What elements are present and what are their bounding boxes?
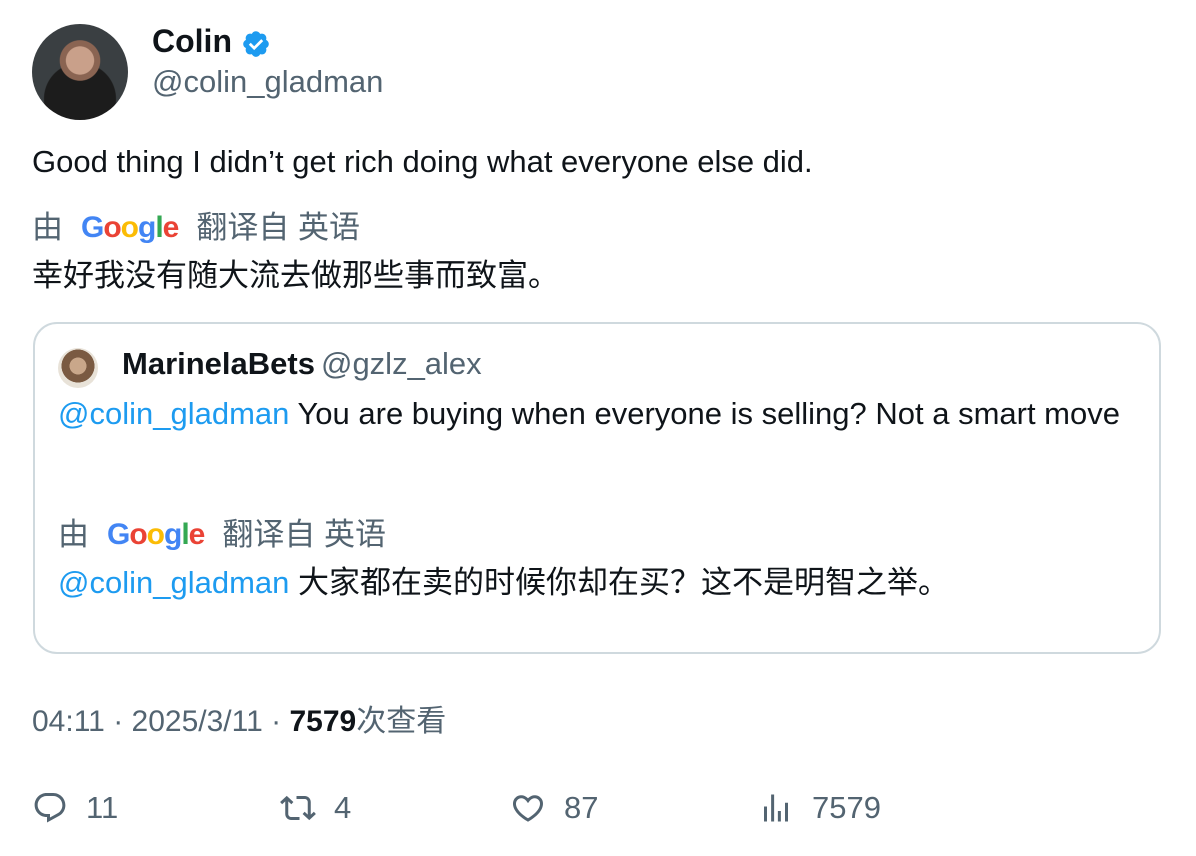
google-logo: Google [81, 211, 179, 244]
quote-author-name: MarinelaBets [122, 346, 315, 381]
translation-attribution: 由 Google 翻译自 英语 [32, 209, 360, 247]
tweet-date[interactable]: 2025/3/11 [132, 705, 263, 738]
quote-mention-link[interactable]: @colin_gladman [58, 396, 289, 431]
quote-translated-text: @colin_gladman 大家都在卖的时候你却在买？这不是明智之举。 [58, 564, 949, 602]
reply-count: 11 [86, 790, 119, 825]
quote-translation-suffix: 翻译自 英语 [222, 517, 386, 552]
meta-separator: · [113, 705, 124, 738]
translation-prefix: 由 [32, 210, 63, 245]
tweet-text: Good thing I didn’t get rich doing what … [32, 144, 813, 179]
reply-button[interactable]: 11 [32, 790, 118, 826]
reply-icon [34, 793, 66, 823]
author-avatar[interactable] [32, 24, 128, 120]
like-count: 87 [564, 790, 599, 825]
translated-tweet-text: 幸好我没有随大流去做那些事而致富。 [32, 258, 559, 293]
tweet-time[interactable]: 04:11 [32, 705, 105, 738]
views-action-count: 7579 [812, 790, 881, 825]
verified-badge-icon [243, 31, 269, 57]
quote-author-avatar [58, 348, 98, 388]
author-name[interactable]: Colin [152, 22, 232, 60]
views-button[interactable]: 7579 [758, 790, 881, 826]
translation-suffix: 翻译自 英语 [196, 210, 360, 245]
quote-google-logo: Google [107, 518, 205, 551]
tweet-meta: 04:11 · 2025/3/11 · 7579次查看 [32, 703, 446, 741]
analytics-icon [764, 794, 788, 822]
heart-icon [512, 795, 544, 822]
quote-translation-prefix: 由 [58, 517, 89, 552]
views-label: 次查看 [356, 705, 447, 738]
quote-author-line: MarinelaBets @gzlz_alex [122, 345, 482, 383]
retweet-count: 4 [334, 790, 352, 825]
quote-translated-body: 大家都在卖的时候你却在买？这不是明智之举。 [298, 565, 950, 600]
quote-body: You are buying when everyone is selling?… [297, 396, 1120, 431]
views-count: 7579 [289, 705, 357, 738]
retweet-button[interactable]: 4 [280, 790, 351, 826]
author-handle[interactable]: @colin_gladman [152, 63, 383, 101]
quote-translated-mention-link[interactable]: @colin_gladman [58, 565, 289, 600]
retweet-icon [280, 795, 316, 821]
meta-separator: · [271, 705, 282, 738]
quote-author-handle: @gzlz_alex [320, 346, 482, 381]
quote-text: @colin_gladman You are buying when every… [58, 394, 1138, 434]
quote-translation-attribution: 由 Google 翻译自 英语 [58, 516, 386, 554]
like-button[interactable]: 87 [510, 790, 598, 826]
